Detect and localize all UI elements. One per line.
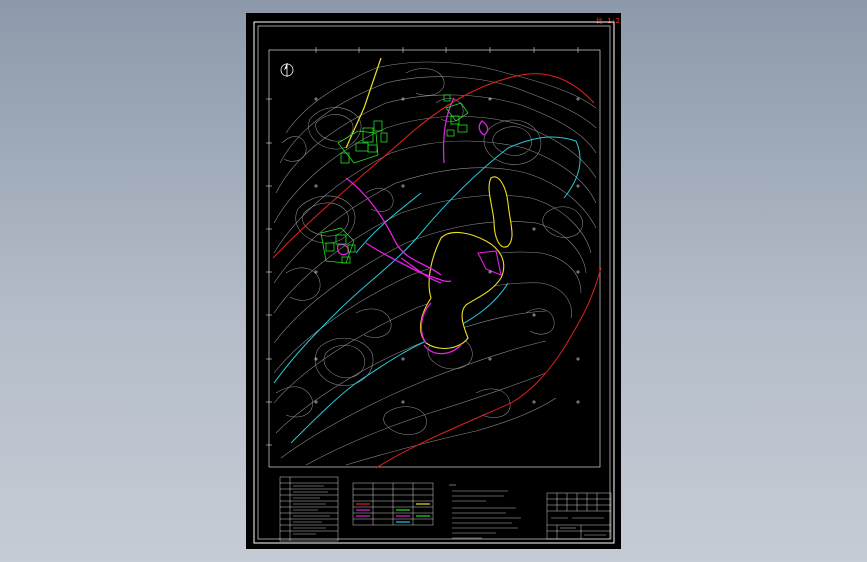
north-arrow-icon bbox=[280, 63, 294, 77]
grid-ticks bbox=[266, 47, 579, 446]
legend-table-left bbox=[279, 476, 339, 542]
title-block bbox=[546, 492, 612, 540]
pit-main bbox=[420, 231, 505, 349]
cad-drawing bbox=[253, 21, 615, 544]
pit-north bbox=[488, 176, 513, 248]
facility-lines bbox=[336, 97, 489, 355]
drawing-sheet: 比 1:2 bbox=[246, 13, 621, 549]
legend-text-lines-left bbox=[293, 485, 330, 535]
title-block-text bbox=[551, 517, 606, 536]
notes-text bbox=[449, 484, 521, 539]
pit-areas bbox=[420, 176, 513, 349]
